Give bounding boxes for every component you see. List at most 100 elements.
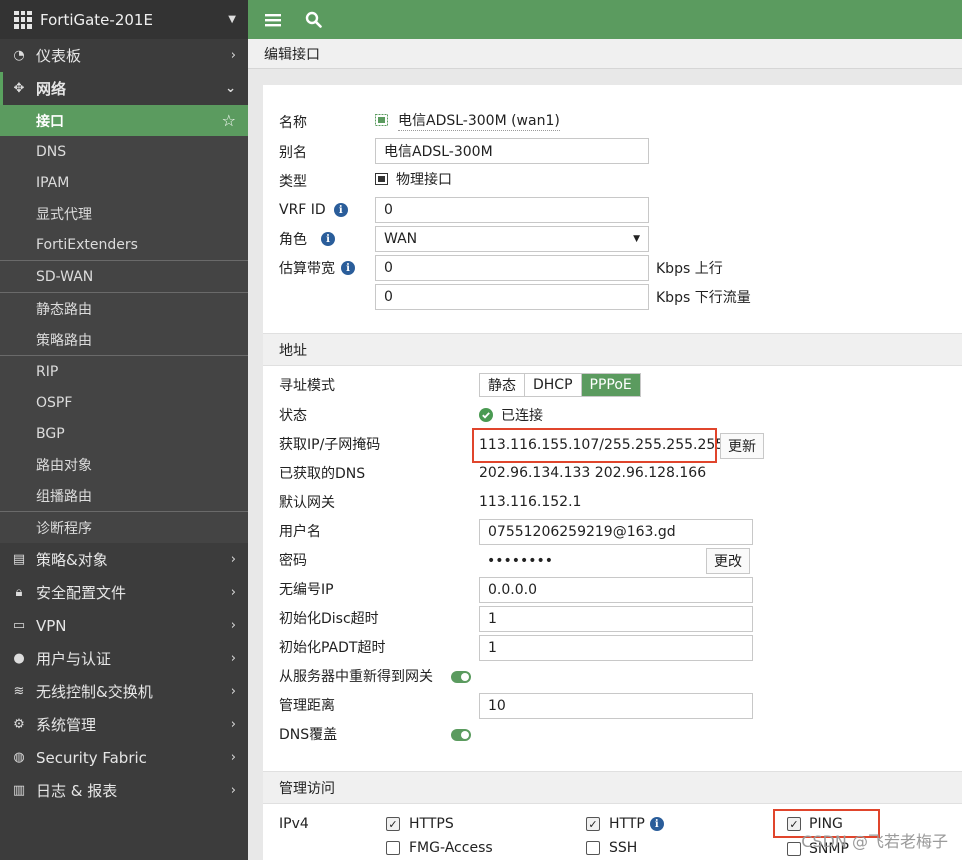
sidebar-item-label: 日志 & 报表	[36, 782, 118, 800]
sidebar-subitem-fortiextenders[interactable]: FortiExtenders	[0, 229, 248, 260]
bandwidth-up-input[interactable]: 0	[375, 255, 649, 281]
physical-port-icon	[375, 173, 388, 185]
unnumbered-ip-input[interactable]: 0.0.0.0	[479, 577, 753, 603]
sidebar-item-dashboard[interactable]: ◔ 仪表板 ›	[0, 39, 248, 72]
sidebar-subitem-explicit-proxy[interactable]: 显式代理	[0, 198, 248, 229]
sidebar-subitem-label: 静态路由	[36, 301, 92, 318]
menu-icon[interactable]	[260, 7, 286, 33]
mode-dhcp-button[interactable]: DHCP	[525, 374, 582, 396]
change-password-button[interactable]: 更改	[706, 548, 750, 574]
username-input[interactable]: 07551206259219@163.gd	[479, 519, 753, 545]
sidebar-item-label: 无线控制&交换机	[36, 683, 153, 701]
sidebar-subitem-bgp[interactable]: BGP	[0, 418, 248, 449]
sidebar-subitem-multicast[interactable]: 组播路由	[0, 480, 248, 511]
sidebar-item-label: 策略&对象	[36, 551, 108, 569]
sidebar-item-wifi-switch[interactable]: ≋ 无线控制&交换机 ›	[0, 675, 248, 708]
highlight-box	[472, 428, 717, 463]
ssh-checkbox[interactable]	[586, 841, 600, 855]
sidebar-item-security-fabric[interactable]: ◍ Security Fabric ›	[0, 741, 248, 774]
wifi-icon: ≋	[13, 684, 25, 699]
sidebar-item-security-profiles[interactable]: 🔒︎ 安全配置文件 ›	[0, 576, 248, 609]
sidebar-subitem-interfaces[interactable]: 接口 ☆	[0, 105, 248, 136]
vrf-label: VRF ID i	[279, 199, 348, 221]
sidebar-subitem-label: FortiExtenders	[36, 236, 138, 253]
unnumbered-ip-label: 无编号IP	[279, 582, 334, 598]
status-value: 已连接	[479, 404, 543, 426]
alias-input[interactable]: 电信ADSL-300M	[375, 138, 649, 164]
device-selector[interactable]: FortiGate-201E ▼	[0, 0, 248, 39]
sidebar-subitem-routing-objects[interactable]: 路由对象	[0, 449, 248, 480]
refresh-button[interactable]: 更新	[720, 433, 764, 459]
gateway-from-server-toggle[interactable]	[451, 671, 471, 683]
sidebar-subitem-policy-routes[interactable]: 策略路由	[0, 324, 248, 355]
sidebar-item-system[interactable]: ⚙ 系统管理 ›	[0, 708, 248, 741]
sidebar-subitem-label: 接口	[36, 113, 64, 130]
padt-timeout-label: 初始化PADT超时	[279, 640, 386, 656]
chevron-right-icon: ›	[230, 750, 236, 765]
sidebar-item-vpn[interactable]: ▭ VPN ›	[0, 609, 248, 642]
sidebar-subitem-label: DNS	[36, 143, 67, 160]
ipv4-label: IPv4	[279, 816, 309, 832]
http-label: HTTP i	[609, 813, 664, 835]
star-icon[interactable]: ☆	[222, 111, 236, 130]
status-label: 状态	[279, 408, 307, 424]
role-select-value: WAN	[384, 231, 418, 247]
sidebar-subitem-sdwan[interactable]: SD-WAN	[0, 261, 248, 292]
info-icon[interactable]: i	[321, 232, 335, 246]
sidebar-subitem-ospf[interactable]: OSPF	[0, 387, 248, 418]
status-text: 已连接	[501, 408, 543, 424]
sidebar-item-log-report[interactable]: ▥ 日志 & 报表 ›	[0, 774, 248, 807]
watermark: CSDN @飞若老梅子	[801, 832, 948, 851]
info-icon[interactable]: i	[649, 817, 664, 831]
gear-icon: ⚙	[13, 717, 25, 732]
distance-input[interactable]: 10	[479, 693, 753, 719]
sidebar-subitem-static-routes[interactable]: 静态路由	[0, 293, 248, 324]
info-icon[interactable]: i	[341, 261, 355, 275]
admin-access-section-header: 管理访问	[263, 771, 962, 804]
chevron-right-icon: ›	[230, 618, 236, 633]
interface-name: 电信ADSL-300M (wan1)	[375, 109, 560, 131]
sidebar-subitem-diagnostics[interactable]: 诊断程序	[0, 512, 248, 543]
mode-pppoe-button[interactable]: PPPoE	[581, 374, 640, 396]
sidebar-subitem-dns[interactable]: DNS	[0, 136, 248, 167]
chevron-right-icon: ›	[230, 684, 236, 699]
sidebar-item-label: 安全配置文件	[36, 584, 127, 602]
sidebar-item-label: 仪表板	[36, 47, 82, 65]
info-icon[interactable]: i	[333, 203, 348, 217]
dns-override-toggle[interactable]	[451, 729, 471, 741]
sidebar-subitem-label: 策略路由	[36, 332, 92, 349]
sidebar-item-label: 系统管理	[36, 716, 97, 734]
padt-timeout-input[interactable]: 1	[479, 635, 753, 661]
page-title: 编辑接口	[248, 39, 962, 69]
sidebar-item-network[interactable]: ✥ 网络 ⌄	[0, 72, 248, 105]
sidebar-item-policy-objects[interactable]: ▤ 策略&对象 ›	[0, 543, 248, 576]
sidebar-subitem-label: 诊断程序	[36, 520, 92, 537]
vrf-id-input[interactable]: 0	[375, 197, 649, 223]
http-checkbox[interactable]: ✓	[586, 817, 600, 831]
fmg-access-checkbox[interactable]	[386, 841, 400, 855]
fmg-access-label: FMG-Access	[409, 840, 493, 856]
disc-timeout-input[interactable]: 1	[479, 606, 753, 632]
snmp-checkbox[interactable]	[787, 842, 801, 856]
gateway-label: 默认网关	[279, 495, 335, 511]
search-icon[interactable]	[300, 7, 326, 33]
sidebar-item-label: 网络	[36, 80, 67, 98]
sidebar-subitem-ipam[interactable]: IPAM	[0, 167, 248, 198]
sidebar-subitem-label: SD-WAN	[36, 268, 94, 285]
fabric-icon: ◍	[13, 750, 25, 765]
name-label: 名称	[279, 115, 307, 131]
type-value-text: 物理接口	[396, 172, 452, 188]
role-select[interactable]: WAN ▼	[375, 226, 649, 252]
password-value: ••••••••	[487, 553, 554, 569]
sidebar-subitem-rip[interactable]: RIP	[0, 356, 248, 387]
role-label: 角色 i	[279, 228, 335, 250]
user-icon: ●	[13, 651, 25, 666]
sidebar-subitem-label: BGP	[36, 425, 65, 442]
sidebar-item-user-auth[interactable]: ● 用户与认证 ›	[0, 642, 248, 675]
interface-name-text: 电信ADSL-300M (wan1)	[398, 110, 560, 131]
check-circle-icon	[479, 408, 493, 422]
addressing-mode-selector[interactable]: 静态 DHCP PPPoE	[479, 373, 641, 397]
bandwidth-down-input[interactable]: 0	[375, 284, 649, 310]
https-checkbox[interactable]: ✓	[386, 817, 400, 831]
mode-static-button[interactable]: 静态	[480, 374, 525, 396]
